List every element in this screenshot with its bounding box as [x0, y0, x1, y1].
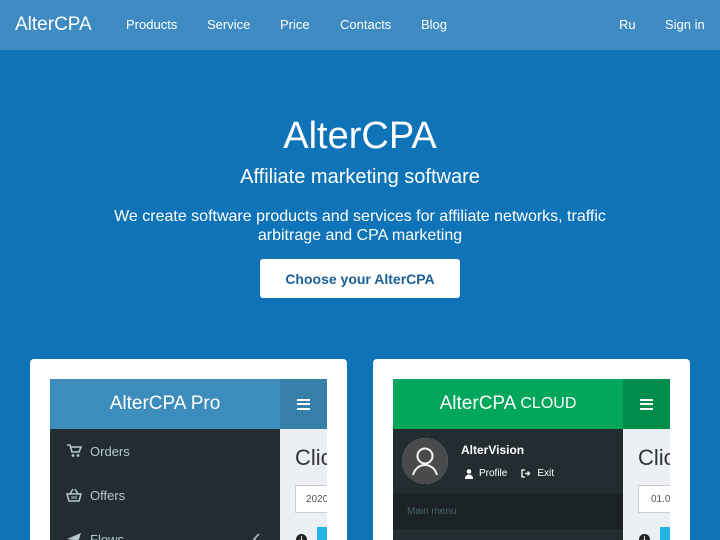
- sidebar-item-label: Flows: [90, 531, 124, 540]
- pro-logo: AlterCPA Pro: [109, 393, 221, 414]
- nav-link-products[interactable]: Products: [126, 17, 177, 33]
- language-switch[interactable]: Ru: [619, 17, 636, 33]
- exit-label: Exit: [537, 468, 555, 479]
- content-heading: Clic: [295, 445, 327, 470]
- choose-altercpa-button[interactable]: Choose your AlterCPA: [260, 259, 460, 298]
- hero-title: AlterCPA: [283, 115, 437, 157]
- sidebar-item-orders: Orders: [50, 429, 280, 473]
- nav-link-price[interactable]: Price: [280, 17, 310, 33]
- hamburger-icon: [640, 398, 653, 410]
- pro-sidebar: Orders Offers Flows: [50, 429, 280, 540]
- user-icon: [465, 468, 473, 479]
- chevron-left-icon: [252, 533, 260, 540]
- content-heading: Clic: [638, 445, 670, 470]
- exit-link: Exit: [521, 468, 554, 479]
- cloud-screenshot: AlterCPA CLOUD AlterVision Profile Exit …: [393, 379, 670, 540]
- info-icon: i: [296, 534, 307, 540]
- cloud-logo-main: AlterCPA: [439, 393, 517, 414]
- sidebar-menu: [393, 529, 623, 540]
- user-panel: AlterVision Profile Exit: [393, 429, 623, 493]
- hamburger-icon: [297, 398, 310, 410]
- product-card-cloud[interactable]: AlterCPA CLOUD AlterVision Profile Exit …: [373, 359, 690, 540]
- profile-label: Profile: [479, 468, 508, 479]
- user-silhouette-icon: [402, 438, 448, 484]
- sidebar-item-label: Offers: [90, 487, 126, 503]
- nav-link-contacts[interactable]: Contacts: [340, 17, 391, 33]
- sidebar-item-label: Orders: [90, 443, 130, 459]
- hero-subtitle: Affiliate marketing software: [240, 166, 480, 188]
- pro-menu-toggle: [280, 379, 327, 429]
- hero-description: We create software products and services…: [114, 208, 606, 244]
- user-links: Profile Exit: [465, 468, 568, 479]
- sign-in-link[interactable]: Sign in: [665, 17, 705, 33]
- cloud-logo: AlterCPA CLOUD: [393, 379, 623, 429]
- pro-screenshot: AlterCPA Pro Orders Offers Flows Clic 20…: [50, 379, 327, 540]
- avatar: [402, 438, 448, 484]
- profile-link: Profile: [465, 468, 507, 479]
- user-name: AlterVision: [461, 443, 525, 457]
- stat-bar: [317, 527, 327, 540]
- pro-header: AlterCPA Pro: [50, 379, 327, 429]
- date-input: 2020: [295, 485, 327, 513]
- product-card-pro[interactable]: AlterCPA Pro Orders Offers Flows Clic 20…: [30, 359, 347, 540]
- stat-bar: [660, 527, 670, 540]
- sidebar-item-flows: Flows: [50, 517, 280, 540]
- send-icon: [67, 533, 81, 540]
- info-icon: i: [639, 534, 650, 540]
- cloud-logo-small: CLOUD: [520, 395, 577, 412]
- nav-link-service[interactable]: Service: [207, 17, 250, 33]
- sidebar-item-offers: Offers: [50, 473, 280, 517]
- sign-out-icon: [521, 469, 531, 478]
- cart-icon: [67, 444, 82, 457]
- nav-link-blog[interactable]: Blog: [421, 17, 447, 33]
- cloud-menu-toggle: [623, 379, 670, 429]
- date-input: 01.0: [638, 485, 670, 513]
- brand-logo[interactable]: AlterCPA: [15, 13, 92, 37]
- main-menu-header: Main menu: [393, 493, 623, 529]
- top-navbar: AlterCPA Products Service Price Contacts…: [0, 0, 720, 50]
- cloud-header: AlterCPA CLOUD: [393, 379, 670, 429]
- basket-icon: [66, 488, 82, 502]
